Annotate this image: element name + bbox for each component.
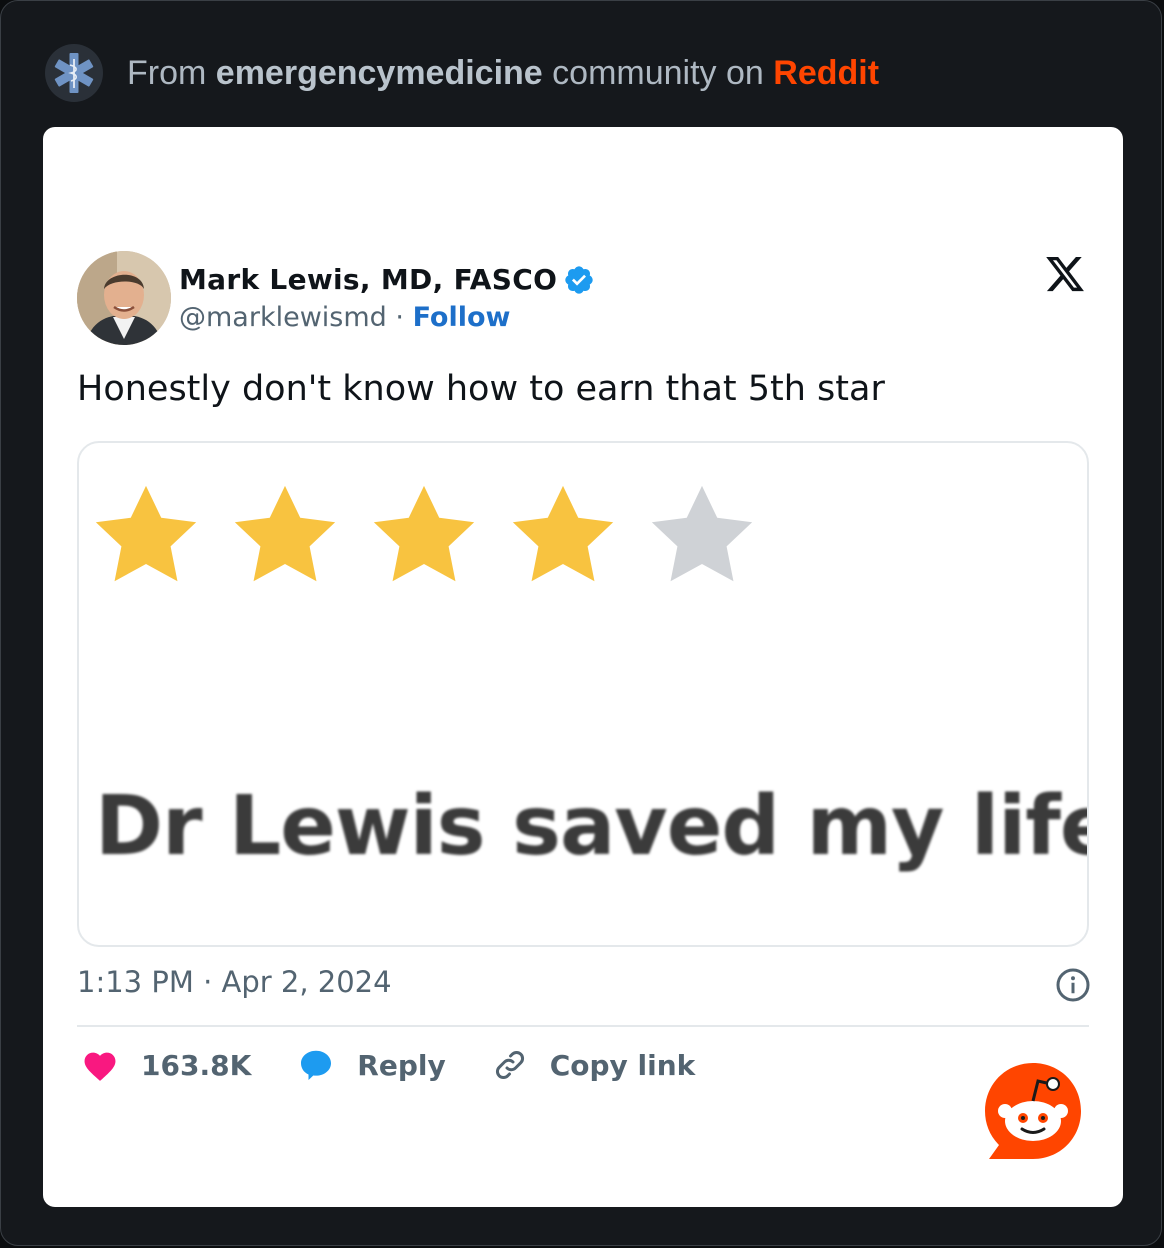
- source-text: From emergencymedicine community on Redd…: [127, 54, 879, 93]
- handle[interactable]: @marklewismd: [179, 302, 387, 333]
- separator: ·: [395, 302, 404, 333]
- star-of-life-icon[interactable]: [45, 44, 103, 102]
- link-icon: [495, 1051, 524, 1079]
- display-name-text: Mark Lewis, MD, FASCO: [179, 263, 558, 296]
- timestamp[interactable]: 1:13 PM · Apr 2, 2024: [77, 965, 392, 999]
- source-middle: community on: [552, 53, 764, 92]
- reply-bubble-icon: [301, 1050, 332, 1080]
- source-bar: From emergencymedicine community on Redd…: [45, 43, 879, 103]
- reply-label: Reply: [357, 1048, 446, 1082]
- heart-icon: [84, 1052, 116, 1081]
- verified-badge-icon: [565, 265, 593, 294]
- tweet-card: Mark Lewis, MD, FASCO @marklewismd · Fol…: [43, 127, 1123, 1207]
- platform-name[interactable]: Reddit: [773, 54, 879, 92]
- tweet-media[interactable]: Dr Lewis saved my life!: [77, 441, 1089, 947]
- x-logo-icon[interactable]: [1043, 253, 1087, 295]
- copy-link-button[interactable]: Copy link: [492, 1047, 696, 1083]
- follow-button[interactable]: Follow: [413, 302, 511, 333]
- review-text: Dr Lewis saved my life!: [95, 779, 1089, 874]
- copy-link-label: Copy link: [549, 1048, 696, 1082]
- star-icon: [95, 485, 197, 582]
- community-name[interactable]: emergencymedicine: [216, 54, 543, 92]
- avatar[interactable]: [77, 251, 171, 345]
- tweet-text: Honestly don't know how to earn that 5th…: [77, 369, 885, 409]
- handle-line: @marklewismd · Follow: [179, 302, 595, 333]
- star-shape: [512, 485, 614, 582]
- star-shape: [651, 485, 753, 582]
- star-icon: [234, 485, 336, 582]
- reply-button[interactable]: Reply: [297, 1047, 446, 1083]
- like-count: 163.8K: [141, 1048, 252, 1082]
- reddit-snoo-icon[interactable]: [981, 1059, 1085, 1163]
- star-rating: [87, 477, 782, 595]
- star-icon: [512, 485, 614, 582]
- star-shape: [95, 485, 197, 582]
- source-prefix: From: [127, 53, 207, 92]
- action-bar: 163.8K Reply Copy link: [81, 1045, 741, 1085]
- star-icon: [651, 485, 753, 582]
- like-button[interactable]: 163.8K: [81, 1048, 251, 1082]
- divider: [77, 1025, 1089, 1027]
- star-shape: [373, 485, 475, 582]
- display-name[interactable]: Mark Lewis, MD, FASCO: [179, 263, 595, 296]
- tweet-header: Mark Lewis, MD, FASCO @marklewismd · Fol…: [77, 251, 595, 345]
- star-icon: [373, 485, 475, 582]
- post-frame: From emergencymedicine community on Redd…: [0, 0, 1162, 1246]
- star-shape: [234, 485, 336, 582]
- info-icon[interactable]: [1055, 967, 1091, 1003]
- user-block: Mark Lewis, MD, FASCO @marklewismd · Fol…: [179, 263, 595, 333]
